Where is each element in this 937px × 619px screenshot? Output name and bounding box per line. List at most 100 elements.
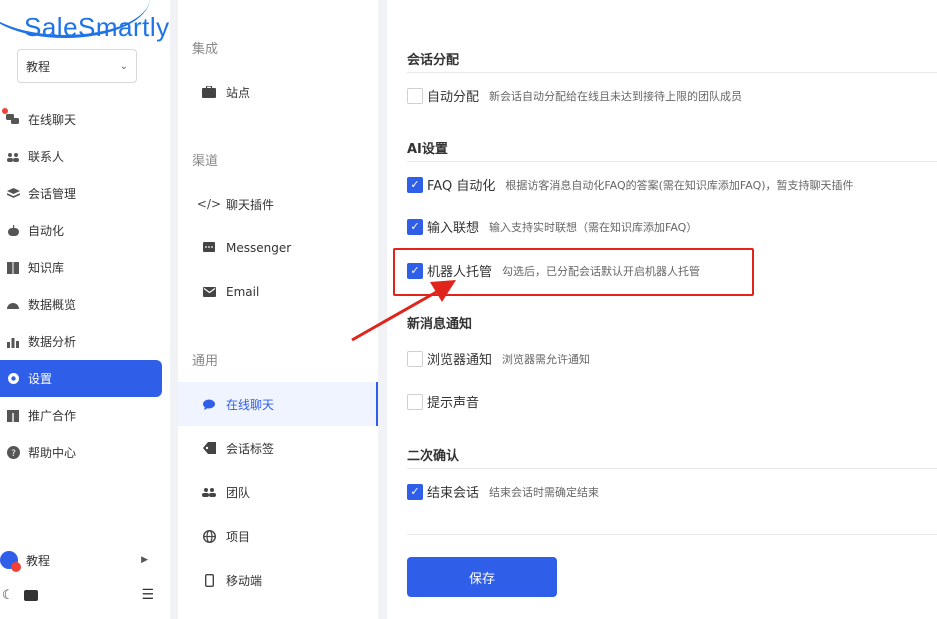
keyboard-icon[interactable] [23, 589, 38, 601]
settings-item-site[interactable]: 站点 [178, 70, 378, 114]
robot-icon [6, 224, 20, 238]
chat-icon [202, 399, 216, 410]
avatar [0, 551, 21, 572]
divider [407, 534, 937, 535]
mail-icon [202, 287, 216, 297]
group-title-ai: AI设置 [407, 142, 448, 157]
sidebar-item-conversations[interactable]: 会话管理 [0, 175, 162, 212]
globe-icon [202, 529, 216, 543]
option-desc: 根据访客消息自动化FAQ的答案(需在知识库添加FAQ)，暂支持聊天插件 [505, 178, 854, 192]
faq-automation-checkbox[interactable]: ✓ [407, 176, 423, 193]
option-desc: 浏览器需允许通知 [502, 352, 591, 366]
user-menu[interactable]: 教程 ▶ [0, 548, 162, 572]
option-desc: 输入支持实时联想（需在知识库添加FAQ） [489, 220, 698, 234]
section-title-channels: 渠道 [192, 154, 219, 169]
sidebar-item-help-center[interactable]: ? 帮助中心 [0, 434, 162, 471]
settings-item-chat-plugin[interactable]: </> 聊天插件 [178, 182, 378, 226]
sidebar-item-label: 设置 [28, 372, 53, 386]
message-square-icon [202, 242, 216, 254]
sidebar-item-label: 联系人 [28, 150, 65, 164]
option-faq-automation[interactable]: ✓ FAQ 自动化 根据访客消息自动化FAQ的答案(需在知识库添加FAQ)，暂支… [407, 175, 854, 194]
svg-text:?: ? [11, 449, 16, 459]
group-title-confirm: 二次确认 [407, 449, 460, 464]
option-label: 结束会话 [427, 486, 480, 501]
chat-bubbles-icon [6, 113, 20, 127]
chevron-right-icon: ▶ [141, 555, 148, 565]
option-sound[interactable]: 提示声音 [407, 392, 489, 411]
settings-item-label: 团队 [226, 485, 251, 500]
option-browser-notify[interactable]: 浏览器通知 浏览器需允许通知 [407, 349, 590, 368]
option-input-suggest[interactable]: ✓ 输入联想 输入支持实时联想（需在知识库添加FAQ） [407, 217, 697, 236]
settings-item-team[interactable]: 团队 [178, 470, 378, 514]
divider [407, 468, 937, 469]
divider [407, 72, 937, 73]
sidebar-footer: ☾ ☰ [0, 584, 162, 606]
settings-item-label: 在线聊天 [226, 397, 275, 412]
sidebar-item-contacts[interactable]: 联系人 [0, 138, 162, 175]
input-suggest-checkbox[interactable]: ✓ [407, 218, 423, 235]
sidebar-item-data-overview[interactable]: 数据概览 [0, 286, 162, 323]
divider [407, 161, 937, 162]
avatar-badge [11, 562, 21, 572]
settings-item-messenger[interactable]: Messenger [178, 226, 378, 270]
settings-item-conversation-tags[interactable]: 会话标签 [178, 426, 378, 470]
settings-item-label: 会话标签 [226, 441, 275, 456]
settings-item-label: 站点 [226, 85, 251, 100]
sound-checkbox[interactable] [407, 393, 423, 410]
option-auto-assign[interactable]: 自动分配 新会话自动分配给在线且未达到接待上限的团队成员 [407, 86, 742, 105]
sidebar-item-label: 推广合作 [28, 409, 77, 423]
sidebar-item-settings[interactable]: 设置 [0, 360, 162, 397]
sidebar-item-label: 数据概览 [28, 298, 77, 312]
mobile-icon [202, 573, 216, 587]
contacts-icon [6, 150, 20, 164]
settings-item-live-chat[interactable]: 在线聊天 [178, 382, 378, 426]
auto-assign-checkbox[interactable] [407, 87, 423, 104]
settings-item-label: Email [226, 285, 260, 299]
option-label: 机器人托管 [427, 265, 493, 280]
sidebar-item-knowledge-base[interactable]: 知识库 [0, 249, 162, 286]
chevron-down-icon: ⌄ [119, 60, 128, 72]
save-button[interactable]: 保存 [407, 557, 557, 597]
gear-icon [6, 372, 20, 386]
option-label: 提示声音 [427, 396, 480, 411]
option-desc: 结束会话时需确定结束 [489, 485, 600, 499]
settings-item-projects[interactable]: 项目 [178, 514, 378, 558]
help-icon: ? [6, 446, 20, 460]
sidebar-item-label: 帮助中心 [28, 446, 77, 460]
option-desc: 勾选后，已分配会话默认开启机器人托管 [502, 264, 701, 278]
settings-item-email[interactable]: Email [178, 270, 378, 314]
settings-content: 会话分配 自动分配 新会话自动分配给在线且未达到接待上限的团队成员 AI设置 ✓… [387, 0, 937, 619]
settings-item-mobile[interactable]: 移动端 [178, 558, 378, 602]
browser-notify-checkbox[interactable] [407, 350, 423, 367]
brand-logo[interactable]: SaleSmartly [24, 12, 170, 43]
option-end-chat[interactable]: ✓ 结束会话 结束会话时需确定结束 [407, 482, 599, 501]
settings-nav: 集成 站点 渠道 </> 聊天插件 Messenger Email 通用 在线聊… [178, 0, 378, 619]
sidebar-item-label: 自动化 [28, 224, 65, 238]
end-chat-checkbox[interactable]: ✓ [407, 483, 423, 500]
sidebar-item-live-chat[interactable]: 在线聊天 [0, 101, 162, 138]
team-icon [202, 487, 216, 497]
book-icon [6, 261, 20, 275]
layers-icon [6, 187, 20, 201]
sidebar-item-partnership[interactable]: 推广合作 [0, 397, 162, 434]
code-icon: </> [196, 197, 222, 211]
section-title-general: 通用 [192, 354, 219, 369]
collapse-sidebar-icon[interactable]: ☰ [141, 587, 154, 603]
sidebar-item-label: 知识库 [28, 261, 65, 275]
notification-dot [2, 108, 8, 114]
tag-icon [202, 442, 216, 454]
sidebar-nav: 在线聊天 联系人 会话管理 自动化 知识库 数据概览 数据分析 设置 推广合作 … [0, 101, 162, 471]
sidebar-item-label: 在线聊天 [28, 113, 77, 127]
option-bot-hosting[interactable]: ✓ 机器人托管 勾选后，已分配会话默认开启机器人托管 [407, 261, 700, 280]
settings-item-label: Messenger [226, 241, 292, 255]
option-desc: 新会话自动分配给在线且未达到接待上限的团队成员 [489, 89, 743, 103]
moon-icon[interactable]: ☾ [2, 588, 14, 603]
briefcase-icon [202, 86, 216, 98]
sidebar-item-automation[interactable]: 自动化 [0, 212, 162, 249]
bot-hosting-checkbox[interactable]: ✓ [407, 262, 423, 279]
option-label: 输入联想 [427, 221, 480, 236]
option-label: 浏览器通知 [427, 353, 493, 368]
user-name: 教程 [26, 553, 51, 568]
workspace-select[interactable]: 教程 ⌄ [17, 49, 137, 83]
sidebar-item-data-analysis[interactable]: 数据分析 [0, 323, 162, 360]
